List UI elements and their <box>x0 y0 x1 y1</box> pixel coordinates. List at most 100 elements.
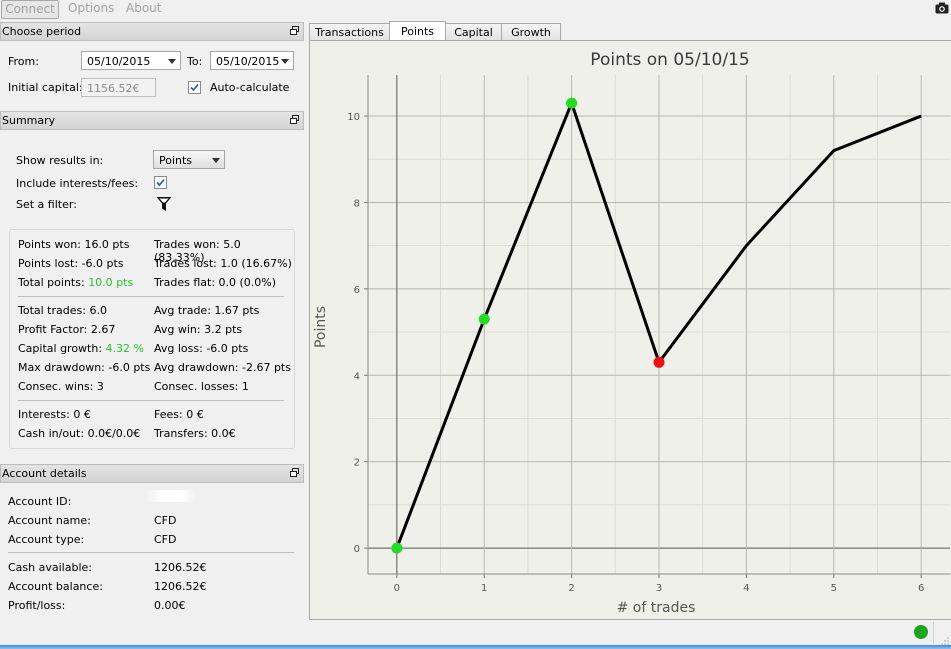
about-menu[interactable]: About <box>126 0 161 17</box>
capital-growth-label: Capital growth: <box>18 342 103 355</box>
checkmark-icon <box>156 178 165 187</box>
consec-losses: Consec. losses: 1 <box>154 380 249 393</box>
filter-icon[interactable] <box>156 196 172 212</box>
initial-capital-value: 1156.52€ <box>87 82 140 95</box>
cash-available-value: 1206.52€ <box>154 561 207 574</box>
float-window-icon[interactable] <box>290 115 299 124</box>
account-balance-label: Account balance: <box>8 580 103 593</box>
loss-marker <box>653 356 665 368</box>
profit-loss-value: 0.00€ <box>154 599 186 612</box>
include-fees-label: Include interests/fees: <box>16 177 139 190</box>
y-tick-label: 0 <box>354 544 360 555</box>
x-tick-label: 2 <box>568 583 574 594</box>
x-tick-label: 6 <box>918 583 924 594</box>
fees: Fees: 0 € <box>154 408 204 421</box>
show-results-label: Show results in: <box>16 154 104 167</box>
points-lost: Points lost: -6.0 pts <box>18 257 124 270</box>
chevron-down-icon <box>168 59 176 64</box>
transfers: Transfers: 0.0€ <box>154 427 236 440</box>
include-fees-checkbox[interactable] <box>154 176 167 189</box>
y-tick-label: 8 <box>354 198 360 209</box>
tab-transactions[interactable]: Transactions <box>309 23 390 41</box>
auto-calculate-label: Auto-calculate <box>210 81 290 94</box>
points-chart: Points on 05/10/15 # of trades Points 0 2… <box>313 50 950 616</box>
max-drawdown: Max drawdown: -6.0 pts <box>18 361 151 374</box>
avg-trade: Avg trade: 1.67 pts <box>154 304 260 317</box>
divider <box>18 400 284 401</box>
account-name-label: Account name: <box>8 514 91 527</box>
account-id-redacted <box>146 490 196 502</box>
initial-capital-input[interactable]: 1156.52€ <box>81 78 156 97</box>
profit-loss-label: Profit/loss: <box>8 599 66 612</box>
y-tick-label: 4 <box>354 371 360 382</box>
y-tick-label: 10 <box>347 112 360 123</box>
trades-flat: Trades flat: 0.0 (0.0%) <box>154 276 277 289</box>
connect-button[interactable]: Connect <box>1 0 59 19</box>
total-points: Total points: 10.0 pts <box>18 276 133 289</box>
avg-loss: Avg loss: -6.0 pts <box>154 342 249 355</box>
tab-points[interactable]: Points <box>389 21 446 41</box>
total-trades: Total trades: 6.0 <box>18 304 107 317</box>
account-id-label: Account ID: <box>8 495 72 508</box>
points-won: Points won: 16.0 pts <box>18 238 130 251</box>
cash-in-out: Cash in/out: 0.0€/0.0€ <box>18 427 141 440</box>
checkmark-icon <box>190 83 199 92</box>
win-marker <box>478 313 490 325</box>
initial-capital-label: Initial capital: <box>8 81 83 94</box>
avg-win: Avg win: 3.2 pts <box>154 323 243 336</box>
status-divider <box>933 622 934 644</box>
show-results-select[interactable]: Points <box>153 150 225 169</box>
divider <box>8 552 294 553</box>
chart-panel: Points on 05/10/15 # of trades Points 0 2… <box>309 40 951 620</box>
summary-title: Summary <box>2 114 56 127</box>
to-date-select[interactable]: 05/10/2015 <box>210 51 294 70</box>
account-details-title: Account details <box>2 467 87 480</box>
x-tick-label: 3 <box>656 583 662 594</box>
capital-growth-value: 4.32 % <box>105 342 144 355</box>
x-tick-label: 5 <box>831 583 837 594</box>
chevron-down-icon <box>212 158 220 163</box>
to-date-value: 05/10/2015 <box>216 55 280 68</box>
connection-status-icon <box>914 625 928 639</box>
float-window-icon[interactable] <box>290 26 299 35</box>
interests: Interests: 0 € <box>18 408 91 421</box>
x-tick-label: 0 <box>394 583 400 594</box>
capital-growth: Capital growth: 4.32 % <box>18 342 144 355</box>
total-points-value: 10.0 pts <box>88 276 134 289</box>
to-label: To: <box>187 55 203 68</box>
choose-period-header: Choose period <box>0 22 304 41</box>
summary-header: Summary <box>0 111 304 130</box>
account-type-label: Account type: <box>8 533 85 546</box>
from-date-select[interactable]: 05/10/2015 <box>81 51 181 70</box>
resize-grip-icon[interactable] <box>941 637 949 645</box>
y-axis-label: Points <box>313 306 329 348</box>
from-date-value: 05/10/2015 <box>87 55 151 68</box>
summary-stats-box: Points won: 16.0 pts Points lost: -6.0 p… <box>9 229 295 449</box>
taskbar-edge <box>0 645 951 649</box>
choose-period-title: Choose period <box>2 25 82 38</box>
win-marker <box>391 542 403 554</box>
total-points-label: Total points: <box>18 276 85 289</box>
x-tick-label: 1 <box>481 583 487 594</box>
tab-growth[interactable]: Growth <box>501 23 561 41</box>
account-details-header: Account details <box>0 464 304 483</box>
camera-icon[interactable] <box>935 2 949 14</box>
from-label: From: <box>8 55 39 68</box>
x-axis-label: # of trades <box>617 600 696 616</box>
consec-wins: Consec. wins: 3 <box>18 380 104 393</box>
float-window-icon[interactable] <box>290 468 299 477</box>
win-marker <box>566 97 578 109</box>
profit-factor: Profit Factor: 2.67 <box>18 323 116 336</box>
tab-capital[interactable]: Capital <box>445 23 502 41</box>
menubar: Connect Options About <box>0 0 951 19</box>
trades-lost: Trades lost: 1.0 (16.67%) <box>154 257 292 270</box>
left-panel: Choose period From: 05/10/2015 To: 05/10… <box>0 20 304 620</box>
chart-title: Points on 05/10/15 <box>590 50 749 70</box>
cash-available-label: Cash available: <box>8 561 92 574</box>
account-balance-value: 1206.52€ <box>154 580 207 593</box>
account-name-value: CFD <box>154 514 177 527</box>
show-results-value: Points <box>159 154 193 167</box>
auto-calculate-checkbox[interactable] <box>188 81 201 94</box>
account-type-value: CFD <box>154 533 177 546</box>
options-menu[interactable]: Options <box>68 0 114 17</box>
